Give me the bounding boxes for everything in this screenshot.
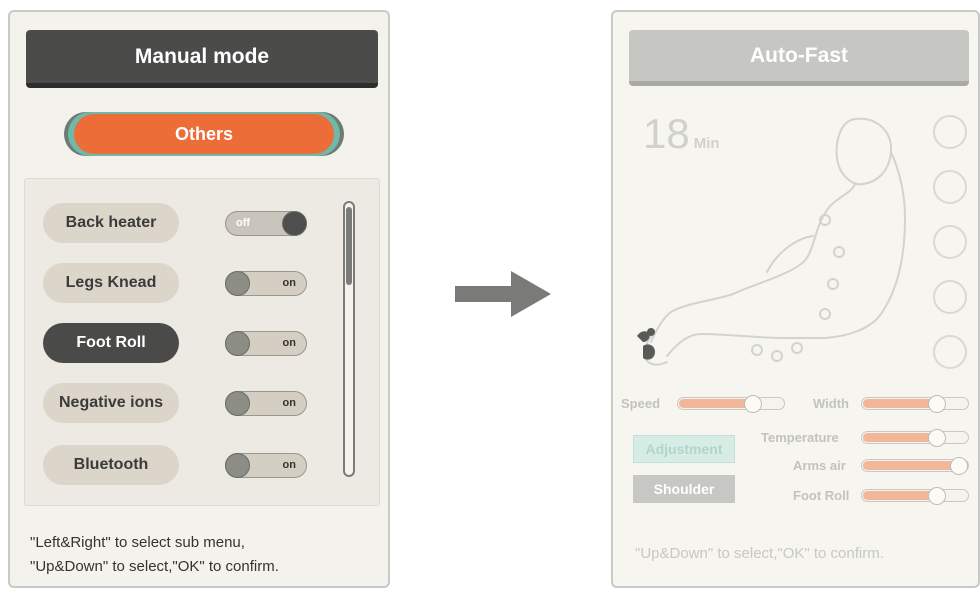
list-item-back-heater[interactable]: Back heater off (43, 203, 361, 243)
auto-help-text: "Up&Down" to select,"OK" to confirm. (635, 545, 884, 562)
help-text-line1: "Left&Right" to select sub menu, (30, 534, 245, 551)
arrow-right-icon (455, 271, 551, 317)
arms-air-label: Arms air (793, 458, 846, 473)
slider-knob[interactable] (928, 429, 946, 447)
item-label[interactable]: Legs Knead (43, 263, 179, 303)
auto-fast-title: Auto-Fast (629, 30, 969, 86)
body-zone-button[interactable] (933, 225, 967, 259)
speed-label: Speed (621, 396, 661, 411)
list-item-bluetooth[interactable]: Bluetooth on (43, 445, 361, 485)
width-label: Width (813, 396, 849, 411)
slider-knob[interactable] (928, 395, 946, 413)
toggle-state: on (282, 277, 296, 289)
slider-fill (863, 433, 938, 442)
body-zone-button[interactable] (933, 170, 967, 204)
toggle-state: on (282, 337, 296, 349)
help-text-line2: "Up&Down" to select,"OK" to confirm. (30, 558, 279, 575)
temperature-label: Temperature (761, 430, 839, 445)
toggle-back-heater[interactable]: off (225, 211, 307, 236)
list-item-foot-roll[interactable]: Foot Roll on (43, 323, 361, 363)
toggle-knob (225, 271, 250, 296)
arms-air-slider[interactable] (861, 457, 969, 475)
item-label[interactable]: Back heater (43, 203, 179, 243)
toggle-state: on (282, 459, 296, 471)
manual-mode-panel: Manual mode Others Back heater off Legs … (8, 10, 390, 588)
toggle-knob (225, 331, 250, 356)
item-label[interactable]: Foot Roll (43, 323, 179, 363)
toggle-foot-roll[interactable]: on (225, 331, 307, 356)
body-zone-button[interactable] (933, 115, 967, 149)
slider-fill (863, 461, 960, 470)
scrollbar-thumb[interactable] (346, 207, 352, 285)
toggle-negative-ions[interactable]: on (225, 391, 307, 416)
toggle-bluetooth[interactable]: on (225, 453, 307, 478)
body-zone-button[interactable] (933, 280, 967, 314)
manual-mode-title: Manual mode (26, 30, 378, 88)
auto-fast-panel: Auto-Fast 18 Min Speed Width Adjustment … (611, 10, 980, 588)
item-label[interactable]: Bluetooth (43, 445, 179, 485)
item-label[interactable]: Negative ions (43, 383, 179, 423)
foot-roll-label: Foot Roll (793, 488, 850, 503)
toggle-knob (225, 391, 250, 416)
speed-slider[interactable] (677, 395, 785, 413)
list-scrollbar[interactable] (343, 201, 355, 477)
slider-fill (863, 491, 938, 500)
category-selector[interactable]: Others (64, 112, 344, 156)
toggle-knob (282, 211, 307, 236)
toggle-knob (225, 453, 250, 478)
settings-list: Back heater off Legs Knead on Foot Roll … (24, 178, 380, 506)
adjustment-button[interactable]: Adjustment (633, 435, 735, 463)
toggle-state: on (282, 397, 296, 409)
category-others[interactable]: Others (74, 114, 334, 154)
width-slider[interactable] (861, 395, 969, 413)
temperature-slider[interactable] (861, 429, 969, 447)
toggle-legs-knead[interactable]: on (225, 271, 307, 296)
shoulder-button[interactable]: Shoulder (633, 475, 735, 503)
list-item-negative-ions[interactable]: Negative ions on (43, 383, 361, 423)
slider-fill (863, 399, 938, 408)
toggle-state: off (236, 217, 251, 229)
slider-fill (679, 399, 754, 408)
foot-roll-slider[interactable] (861, 487, 969, 505)
list-item-legs-knead[interactable]: Legs Knead on (43, 263, 361, 303)
body-zone-button[interactable] (933, 335, 967, 369)
slider-knob[interactable] (928, 487, 946, 505)
slider-knob[interactable] (744, 395, 762, 413)
slider-knob[interactable] (950, 457, 968, 475)
massage-chair-figure-icon (637, 117, 906, 366)
